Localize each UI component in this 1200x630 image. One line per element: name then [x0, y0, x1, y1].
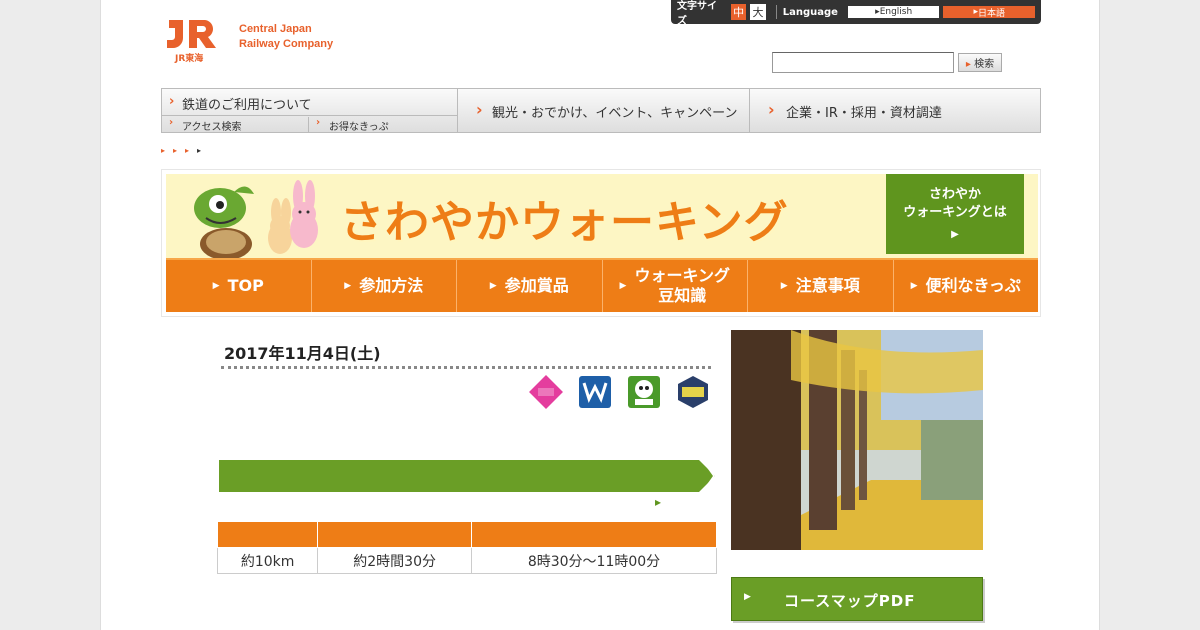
walking-nav-tickets[interactable]: ▶ 便利なきっぷ — [894, 260, 1039, 312]
nav-discount-tickets-label: お得なきっぷ — [329, 122, 389, 133]
walking-nav-tickets-label: 便利なきっぷ — [925, 276, 1021, 295]
search-button-label: 検索 — [974, 59, 995, 70]
table-header — [317, 521, 473, 548]
divider — [775, 5, 777, 19]
table-header-row — [216, 521, 717, 548]
event-date: 2017年11月4日(土) — [224, 344, 381, 363]
course-map-pdf-button[interactable]: ▶ コースマップPDF — [731, 577, 983, 621]
page: JR東海 Central Japan Railway Company 文字サイズ… — [100, 0, 1100, 630]
language-english-button[interactable]: ▸ English — [847, 6, 940, 18]
triangle-right-icon: ▶ — [951, 229, 959, 240]
triangle-right-icon: ▶ — [780, 281, 788, 291]
course-info-table: 約10km 約2時間30分 8時30分～11時00分 — [216, 521, 717, 574]
triangle-right-icon: ▶ — [344, 281, 352, 291]
nav-tourism[interactable]: › 観光・おでかけ、イベント、キャンペーン — [458, 89, 750, 132]
w-stamp-icon — [579, 376, 611, 408]
table-header — [216, 521, 319, 548]
triangle-right-icon: ▶ — [619, 281, 627, 291]
triangle-right-icon: ▶ — [489, 281, 497, 291]
course-badges — [529, 375, 710, 409]
banner-header: さわやかウォーキング さわやか ウォーキングとは ▶ — [166, 174, 1038, 260]
partial-course-icon — [529, 375, 563, 409]
what-is-line2: ウォーキングとは — [903, 205, 1007, 220]
nav-tourism-label: 観光・おでかけ、イベント、キャンペーン — [492, 106, 738, 121]
table-cell-start-time: 8時30分～11時00分 — [471, 547, 717, 574]
walking-nav-cautions[interactable]: ▶ 注意事項 — [748, 260, 894, 312]
chevron-right-icon: › — [169, 94, 175, 109]
company-name: Central Japan Railway Company — [239, 22, 333, 52]
triangle-right-icon: ▶ — [910, 281, 918, 291]
font-size-label: 文字サイズ — [677, 1, 717, 27]
nav-group-railway: › 鉄道のご利用について › アクセス検索 › お得なきっぷ — [162, 89, 458, 133]
general-course-icon — [678, 376, 708, 408]
language-label: Language — [782, 6, 838, 18]
jr-central-logo[interactable]: JR東海 Central Japan Railway Company — [165, 16, 355, 66]
walking-nav-tips[interactable]: ▶ ウォーキング 豆知識 — [603, 260, 748, 312]
nav-discount-tickets[interactable]: › お得なきっぷ — [309, 117, 458, 133]
course-detail-link[interactable]: ▸ — [655, 495, 661, 509]
walking-nav-cautions-label: 注意事項 — [795, 276, 860, 295]
table-cell-distance: 約10km — [216, 547, 319, 574]
mascot-illustration-icon — [194, 180, 318, 260]
nav-railway-usage[interactable]: › 鉄道のご利用について — [162, 89, 458, 116]
utility-bar: 文字サイズ 中 大 Language ▸ English ▸ 日本語 — [671, 0, 1041, 27]
triangle-right-icon: ▶ — [212, 281, 220, 291]
language-japanese-label: 日本語 — [978, 8, 1006, 19]
company-line2: Railway Company — [239, 38, 334, 50]
chevron-right-icon: ▸ — [965, 59, 971, 70]
logo-subtitle: JR東海 — [175, 54, 204, 64]
route-banner-shape — [219, 460, 715, 492]
nav-railway-usage-label: 鉄道のご利用について — [182, 98, 312, 113]
search-input[interactable] — [772, 52, 954, 73]
font-size-medium-button[interactable]: 中 — [730, 4, 747, 20]
walking-nav-tips-label: ウォーキング 豆知識 — [634, 266, 730, 305]
dotted-divider — [221, 366, 711, 369]
walking-nav: ▶ TOP ▶ 参加方法 ▶ 参加賞品 ▶ ウォーキング 豆知識 ▶ 注意事項 ▶ 便利なき… — [166, 258, 1038, 312]
table-row: 約10km 約2時間30分 8時30分～11時00分 — [216, 547, 717, 574]
walking-nav-top[interactable]: ▶ TOP — [166, 260, 312, 312]
global-nav: › 鉄道のご利用について › アクセス検索 › お得なきっぷ › 観光・おでかけ… — [161, 88, 1041, 133]
breadcrumb: ▸▸▸▸ — [161, 146, 210, 155]
course-map-pdf-label: コースマップPDF — [784, 592, 916, 610]
walking-nav-prizes[interactable]: ▶ 参加賞品 — [457, 260, 603, 312]
route-banner — [219, 460, 717, 492]
nav-corporate[interactable]: › 企業・IR・採用・資材調達 — [750, 89, 1040, 132]
walking-nav-top-label: TOP — [227, 276, 264, 295]
table-cell-duration: 約2時間30分 — [317, 547, 473, 574]
walking-nav-how-to-join-label: 参加方法 — [359, 276, 424, 295]
site-search: ▸ 検索 — [766, 52, 1002, 73]
walking-nav-how-to-join[interactable]: ▶ 参加方法 — [312, 260, 457, 312]
company-line1: Central Japan — [239, 23, 312, 35]
what-is-line1: さわやか — [928, 187, 981, 202]
chevron-right-icon: › — [316, 117, 321, 128]
chevron-right-icon: › — [768, 100, 775, 119]
chevron-right-icon: › — [476, 100, 483, 119]
triangle-right-icon: ▶ — [744, 592, 752, 602]
table-header — [471, 521, 717, 548]
mascot-badge-icon — [628, 376, 660, 408]
walking-banner: さわやかウォーキング さわやか ウォーキングとは ▶ ▶ TOP ▶ 参加方法 ▶ 参… — [161, 169, 1041, 317]
banner-title: さわやかウォーキング — [340, 197, 789, 248]
chevron-right-icon: › — [169, 117, 174, 128]
nav-access-search[interactable]: › アクセス検索 — [162, 117, 309, 133]
what-is-walking-button[interactable]: さわやか ウォーキングとは ▶ — [886, 174, 1024, 254]
language-japanese-button[interactable]: ▸ 日本語 — [943, 6, 1036, 19]
nav-access-search-label: アクセス検索 — [182, 122, 242, 133]
walking-nav-prizes-label: 参加賞品 — [504, 276, 569, 295]
language-english-label: English — [879, 7, 913, 17]
nav-corporate-label: 企業・IR・採用・資材調達 — [786, 106, 942, 121]
search-button[interactable]: ▸ 検索 — [958, 53, 1002, 72]
course-photo[interactable] — [731, 330, 983, 550]
font-size-large-button[interactable]: 大 — [750, 4, 766, 20]
